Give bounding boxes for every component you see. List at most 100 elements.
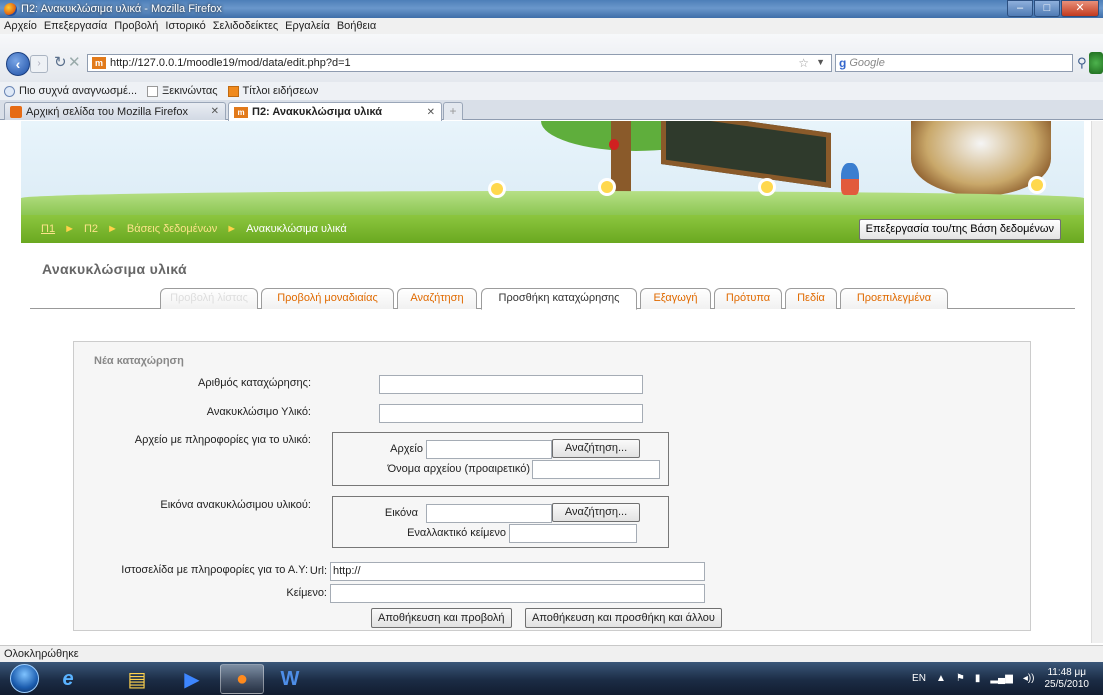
- vertical-scrollbar[interactable]: [1091, 121, 1103, 643]
- save-and-add-button[interactable]: Αποθήκευση και προσθήκη και άλλου: [525, 608, 722, 628]
- maximize-button[interactable]: □: [1034, 0, 1060, 17]
- url-bar[interactable]: m http://127.0.0.1/moodle19/mod/data/edi…: [87, 54, 832, 72]
- entry-number-label: Αριθμός καταχώρησης:: [198, 377, 311, 389]
- clock[interactable]: 11:48 μμ 25/5/2010: [1045, 667, 1090, 691]
- breadcrumb-p2[interactable]: Π2: [84, 223, 98, 235]
- power-icon[interactable]: ▮: [975, 673, 981, 684]
- file-path-input[interactable]: [426, 440, 552, 459]
- breadcrumb-separator: ►: [107, 223, 118, 235]
- filename-label: Όνομα αρχείου (προαιρετικό): [387, 463, 530, 475]
- minimize-button[interactable]: –: [1007, 0, 1033, 17]
- image-path-input[interactable]: [426, 504, 552, 523]
- file-info-label: Αρχείο με πληροφορίες για το υλικό:: [134, 434, 311, 446]
- tab-single-view[interactable]: Προβολή μοναδιαίας: [261, 288, 394, 309]
- system-tray: EN ▲ ⚑ ▮ ▂▄▆ ◂)) 11:48 μμ 25/5/2010: [912, 662, 1089, 695]
- tab-presets[interactable]: Προεπιλεγμένα: [840, 288, 948, 309]
- stop-icon[interactable]: ✕: [68, 55, 81, 71]
- status-bar: Ολοκληρώθηκε: [0, 645, 1103, 662]
- word-icon[interactable]: W: [268, 664, 312, 694]
- image-label: Εικόνα ανακυκλώσιμου υλικού:: [160, 499, 311, 511]
- tab-recyclables[interactable]: m Π2: Ανακυκλώσιμα υλικά ✕: [228, 102, 442, 121]
- new-tab-button[interactable]: +: [443, 102, 463, 120]
- close-tab-icon[interactable]: ✕: [427, 107, 435, 118]
- edit-database-button[interactable]: Επεξεργασία του/της Βάση δεδομένων: [858, 219, 1061, 240]
- breadcrumb-current: Ανακυκλώσιμα υλικά: [246, 223, 347, 235]
- menu-edit[interactable]: Επεξεργασία: [44, 20, 107, 32]
- bookmark-star-icon[interactable]: ☆: [798, 56, 809, 70]
- firefox-taskbar-icon[interactable]: ●: [220, 664, 264, 694]
- breadcrumb-databases[interactable]: Βάσεις δεδομένων: [127, 223, 217, 235]
- breadcrumb-p1[interactable]: Π1: [41, 223, 55, 235]
- link-text-label: Κείμενο:: [286, 587, 327, 599]
- explorer-folder-icon[interactable]: ▤: [115, 664, 159, 694]
- page-title: Ανακυκλώσιμα υλικά: [42, 261, 187, 277]
- close-button[interactable]: ✕: [1061, 0, 1099, 17]
- alt-text-input[interactable]: [509, 524, 637, 543]
- search-input[interactable]: g Google: [835, 54, 1073, 72]
- bookmark-most-visited[interactable]: Πιο συχνά αναγνωσμέ...: [4, 85, 137, 97]
- bookmark-headlines[interactable]: Τίτλοι ειδήσεων: [227, 85, 318, 97]
- search-placeholder: Google: [849, 57, 885, 69]
- flower-icon: [1031, 179, 1043, 191]
- tab-export[interactable]: Εξαγωγή: [640, 288, 711, 309]
- tab-list-view[interactable]: Προβολή λίστας: [160, 288, 258, 309]
- menu-file[interactable]: Αρχείο: [4, 20, 37, 32]
- language-indicator[interactable]: EN: [912, 673, 926, 684]
- file-label: Αρχείο: [390, 443, 423, 455]
- firefox-icon: [4, 2, 17, 16]
- url-dropdown-icon[interactable]: ▼: [816, 57, 825, 67]
- volume-icon[interactable]: ◂)): [1023, 673, 1035, 684]
- menu-history[interactable]: Ιστορικό: [165, 20, 205, 32]
- tab-fields[interactable]: Πεδία: [785, 288, 837, 309]
- tab-templates[interactable]: Πρότυπα: [714, 288, 782, 309]
- tree-trunk: [611, 121, 631, 201]
- navigation-toolbar: ‹ › ↻ ✕ m http://127.0.0.1/moodle19/mod/…: [0, 34, 1103, 82]
- reload-icon[interactable]: ↻: [54, 55, 67, 71]
- network-icon[interactable]: ▂▄▆: [990, 673, 1012, 684]
- tab-search[interactable]: Αναζήτηση: [397, 288, 477, 309]
- save-and-view-button[interactable]: Αποθήκευση και προβολή: [371, 608, 512, 628]
- recyclable-input[interactable]: [379, 404, 643, 423]
- grass-ground: [21, 191, 1084, 215]
- link-text-input[interactable]: [330, 584, 705, 603]
- menu-help[interactable]: Βοήθεια: [337, 20, 376, 32]
- image-browse-button[interactable]: Αναζήτηση...: [552, 503, 640, 522]
- start-button[interactable]: [10, 664, 39, 693]
- tab-label: Π2: Ανακυκλώσιμα υλικά: [252, 106, 382, 118]
- media-player-icon[interactable]: ▶: [170, 664, 214, 694]
- window-title: Π2: Ανακυκλώσιμα υλικά - Mozilla Firefox: [21, 3, 222, 15]
- bookmark-label: Ξεκινώντας: [162, 85, 218, 97]
- url-input[interactable]: http://: [330, 562, 705, 581]
- entry-number-input[interactable]: [379, 375, 643, 394]
- menu-tools[interactable]: Εργαλεία: [285, 20, 330, 32]
- clock-date: 25/5/2010: [1044, 678, 1090, 690]
- back-button[interactable]: ‹: [6, 52, 30, 76]
- filename-input[interactable]: [532, 460, 660, 479]
- internet-explorer-icon[interactable]: e: [46, 664, 90, 694]
- bookmark-getting-started[interactable]: Ξεκινώντας: [147, 85, 218, 97]
- flower-icon: [491, 183, 503, 195]
- form-legend: Νέα καταχώρηση: [94, 355, 184, 367]
- forward-button[interactable]: ›: [30, 55, 48, 73]
- rss-icon: [227, 85, 239, 97]
- action-center-icon[interactable]: ⚑: [956, 673, 965, 684]
- show-hidden-icons-icon[interactable]: ▲: [936, 673, 946, 684]
- addon-icon[interactable]: [1089, 52, 1103, 74]
- breadcrumb-separator: ►: [226, 223, 238, 235]
- file-browse-button[interactable]: Αναζήτηση...: [552, 439, 640, 458]
- bookmarks-toolbar: Πιο συχνά αναγνωσμέ... Ξεκινώντας Τίτλοι…: [0, 82, 1103, 100]
- url-text[interactable]: http://127.0.0.1/moodle19/mod/data/edit.…: [110, 57, 351, 69]
- moodle-favicon-icon: m: [92, 57, 106, 69]
- url-label: Url:: [309, 565, 327, 577]
- menu-view[interactable]: Προβολή: [114, 20, 158, 32]
- close-tab-icon[interactable]: ✕: [211, 106, 219, 117]
- tab-firefox-home[interactable]: Αρχική σελίδα του Mozilla Firefox ✕: [4, 102, 226, 120]
- firefox-icon: [10, 105, 22, 118]
- menu-bookmarks[interactable]: Σελιδοδείκτες: [213, 20, 278, 32]
- tab-add-entry[interactable]: Προσθήκη καταχώρησης: [481, 288, 637, 310]
- search-go-icon[interactable]: ⚲: [1077, 55, 1087, 71]
- bookmark-label: Πιο συχνά αναγνωσμέ...: [19, 85, 138, 97]
- google-icon[interactable]: g: [839, 56, 846, 70]
- page-content: Π1 ► Π2 ► Βάσεις δεδομένων ► Ανακυκλώσιμ…: [0, 121, 1091, 643]
- image-group: Εικόνα Αναζήτηση... Εναλλακτικό κείμενο: [332, 496, 669, 548]
